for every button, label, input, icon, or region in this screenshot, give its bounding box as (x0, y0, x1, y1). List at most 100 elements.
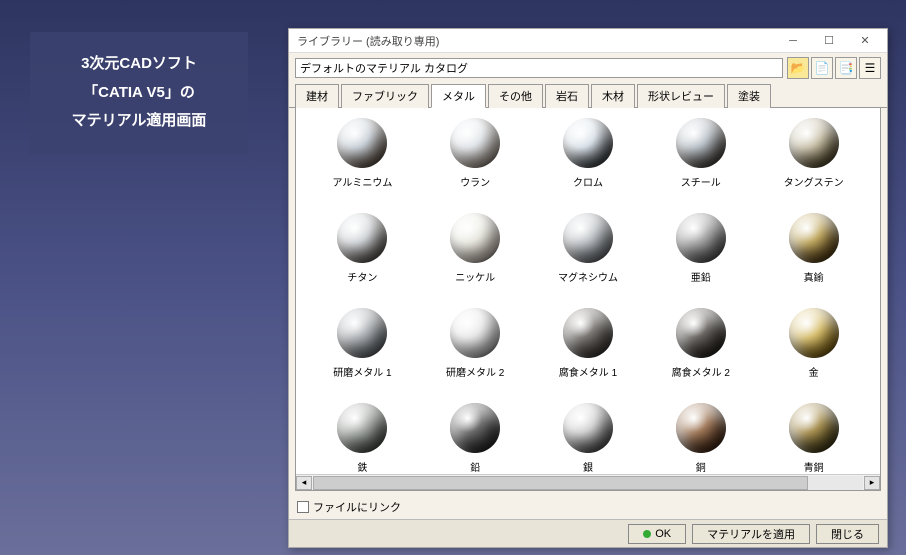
close-dialog-button[interactable]: 閉じる (816, 524, 879, 544)
titlebar[interactable]: ライブラリー (読み取り専用) ─ ☐ ✕ (289, 29, 887, 53)
toolbar: デフォルトのマテリアル カタログ 📂 📄 📑 ☰ (289, 53, 887, 83)
material-swatch[interactable]: クロム (532, 114, 645, 209)
material-sphere-icon (789, 118, 839, 168)
scroll-left-button[interactable]: ◂ (296, 476, 312, 490)
material-label: ウラン (460, 174, 490, 189)
material-label: 腐食メタル 1 (559, 364, 617, 379)
tab-1[interactable]: ファブリック (341, 84, 429, 108)
page-icon[interactable]: 📄 (811, 57, 833, 79)
material-sphere-icon (337, 403, 387, 453)
ok-button[interactable]: OK (628, 524, 686, 544)
list-icon[interactable]: ☰ (859, 57, 881, 79)
caption-line: マテリアル適用画面 (40, 107, 238, 136)
material-grid-panel: アルミニウム ウラン クロム スチール タングステンチタン ニッケルマグネシウム 亜鉛 真鍮研… (295, 108, 881, 491)
material-sphere-icon (450, 308, 500, 358)
minimize-button[interactable]: ─ (775, 31, 811, 51)
options-row: ファイルにリンク (289, 495, 887, 519)
material-label: スチール (681, 174, 721, 189)
material-label: 青銅 (804, 459, 824, 474)
link-to-file-checkbox[interactable]: ファイルにリンク (297, 499, 401, 515)
ok-label: OK (655, 528, 671, 540)
material-sphere-icon (563, 308, 613, 358)
material-label: チタン (347, 269, 377, 284)
material-sphere-icon (337, 118, 387, 168)
material-swatch[interactable]: 研磨メタル 1 (306, 304, 419, 399)
material-swatch[interactable]: 研磨メタル 2 (419, 304, 532, 399)
material-sphere-icon (563, 403, 613, 453)
close-label: 閉じる (831, 526, 864, 542)
folder-open-icon[interactable]: 📂 (787, 57, 809, 79)
material-sphere-icon (789, 403, 839, 453)
tab-7[interactable]: 塗装 (727, 84, 771, 108)
material-swatch[interactable]: 亜鉛 (644, 209, 757, 304)
material-swatch[interactable]: 金 (757, 304, 870, 399)
material-label: マグネシウム (558, 269, 618, 284)
tab-2[interactable]: メタル (431, 84, 486, 108)
material-label: 研磨メタル 1 (333, 364, 391, 379)
material-swatch[interactable]: 銀 (532, 399, 645, 474)
material-sphere-icon (450, 118, 500, 168)
material-label: 銀 (583, 459, 593, 474)
material-label: アルミニウム (332, 174, 392, 189)
apply-material-button[interactable]: マテリアルを適用 (692, 524, 810, 544)
caption-line: 3次元CADソフト (40, 50, 238, 79)
material-swatch[interactable]: 腐食メタル 2 (644, 304, 757, 399)
material-swatch[interactable]: スチール (644, 114, 757, 209)
material-swatch[interactable]: 鉛 (419, 399, 532, 474)
material-label: 腐食メタル 2 (672, 364, 730, 379)
apply-label: マテリアルを適用 (707, 526, 795, 542)
material-swatch[interactable]: マグネシウム (532, 209, 645, 304)
material-swatch[interactable]: 腐食メタル 1 (532, 304, 645, 399)
maximize-button[interactable]: ☐ (811, 31, 847, 51)
tab-4[interactable]: 岩石 (545, 84, 589, 108)
material-sphere-icon (676, 213, 726, 263)
material-sphere-icon (450, 403, 500, 453)
tab-6[interactable]: 形状レビュー (637, 84, 725, 108)
material-sphere-icon (450, 213, 500, 263)
material-sphere-icon (563, 213, 613, 263)
material-swatch[interactable]: ウラン (419, 114, 532, 209)
material-sphere-icon (789, 213, 839, 263)
tab-3[interactable]: その他 (488, 84, 543, 108)
catalog-dropdown[interactable]: デフォルトのマテリアル カタログ (295, 58, 783, 78)
material-sphere-icon (563, 118, 613, 168)
material-swatch[interactable]: 青銅 (757, 399, 870, 474)
material-label: クロム (573, 174, 603, 189)
material-sphere-icon (337, 308, 387, 358)
material-label: 亜鉛 (691, 269, 711, 284)
checkbox-label: ファイルにリンク (313, 499, 401, 515)
material-grid: アルミニウム ウラン クロム スチール タングステンチタン ニッケルマグネシウム 亜鉛 真鍮研… (296, 108, 880, 474)
material-swatch[interactable]: ニッケル (419, 209, 532, 304)
material-sphere-icon (676, 308, 726, 358)
close-button[interactable]: ✕ (847, 31, 883, 51)
window-title: ライブラリー (読み取り専用) (297, 33, 775, 49)
library-window: ライブラリー (読み取り専用) ─ ☐ ✕ デフォルトのマテリアル カタログ 📂… (288, 28, 888, 548)
scroll-track[interactable] (313, 476, 863, 490)
footer: OK マテリアルを適用 閉じる (289, 519, 887, 547)
dropdown-value: デフォルトのマテリアル カタログ (300, 60, 468, 76)
tab-bar: 建材ファブリックメタルその他岩石木材形状レビュー塗装 (289, 83, 887, 108)
material-label: 金 (809, 364, 819, 379)
material-label: 真鍮 (804, 269, 824, 284)
material-sphere-icon (337, 213, 387, 263)
checkbox-icon (297, 501, 309, 513)
material-swatch[interactable]: 鉄 (306, 399, 419, 474)
material-sphere-icon (789, 308, 839, 358)
material-label: タングステン (784, 174, 844, 189)
material-label: 銅 (696, 459, 706, 474)
material-swatch[interactable]: タングステン (757, 114, 870, 209)
horizontal-scrollbar[interactable]: ◂ ▸ (296, 474, 880, 490)
scroll-right-button[interactable]: ▸ (864, 476, 880, 490)
material-swatch[interactable]: アルミニウム (306, 114, 419, 209)
status-dot-icon (643, 530, 651, 538)
caption-box: 3次元CADソフト 「CATIA V5」の マテリアル適用画面 (30, 32, 248, 154)
material-swatch[interactable]: 真鍮 (757, 209, 870, 304)
material-swatch[interactable]: 銅 (644, 399, 757, 474)
tab-5[interactable]: 木材 (591, 84, 635, 108)
scroll-thumb[interactable] (313, 476, 808, 490)
material-label: 鉄 (357, 459, 367, 474)
material-swatch[interactable]: チタン (306, 209, 419, 304)
page2-icon[interactable]: 📑 (835, 57, 857, 79)
tab-0[interactable]: 建材 (295, 84, 339, 108)
material-sphere-icon (676, 403, 726, 453)
